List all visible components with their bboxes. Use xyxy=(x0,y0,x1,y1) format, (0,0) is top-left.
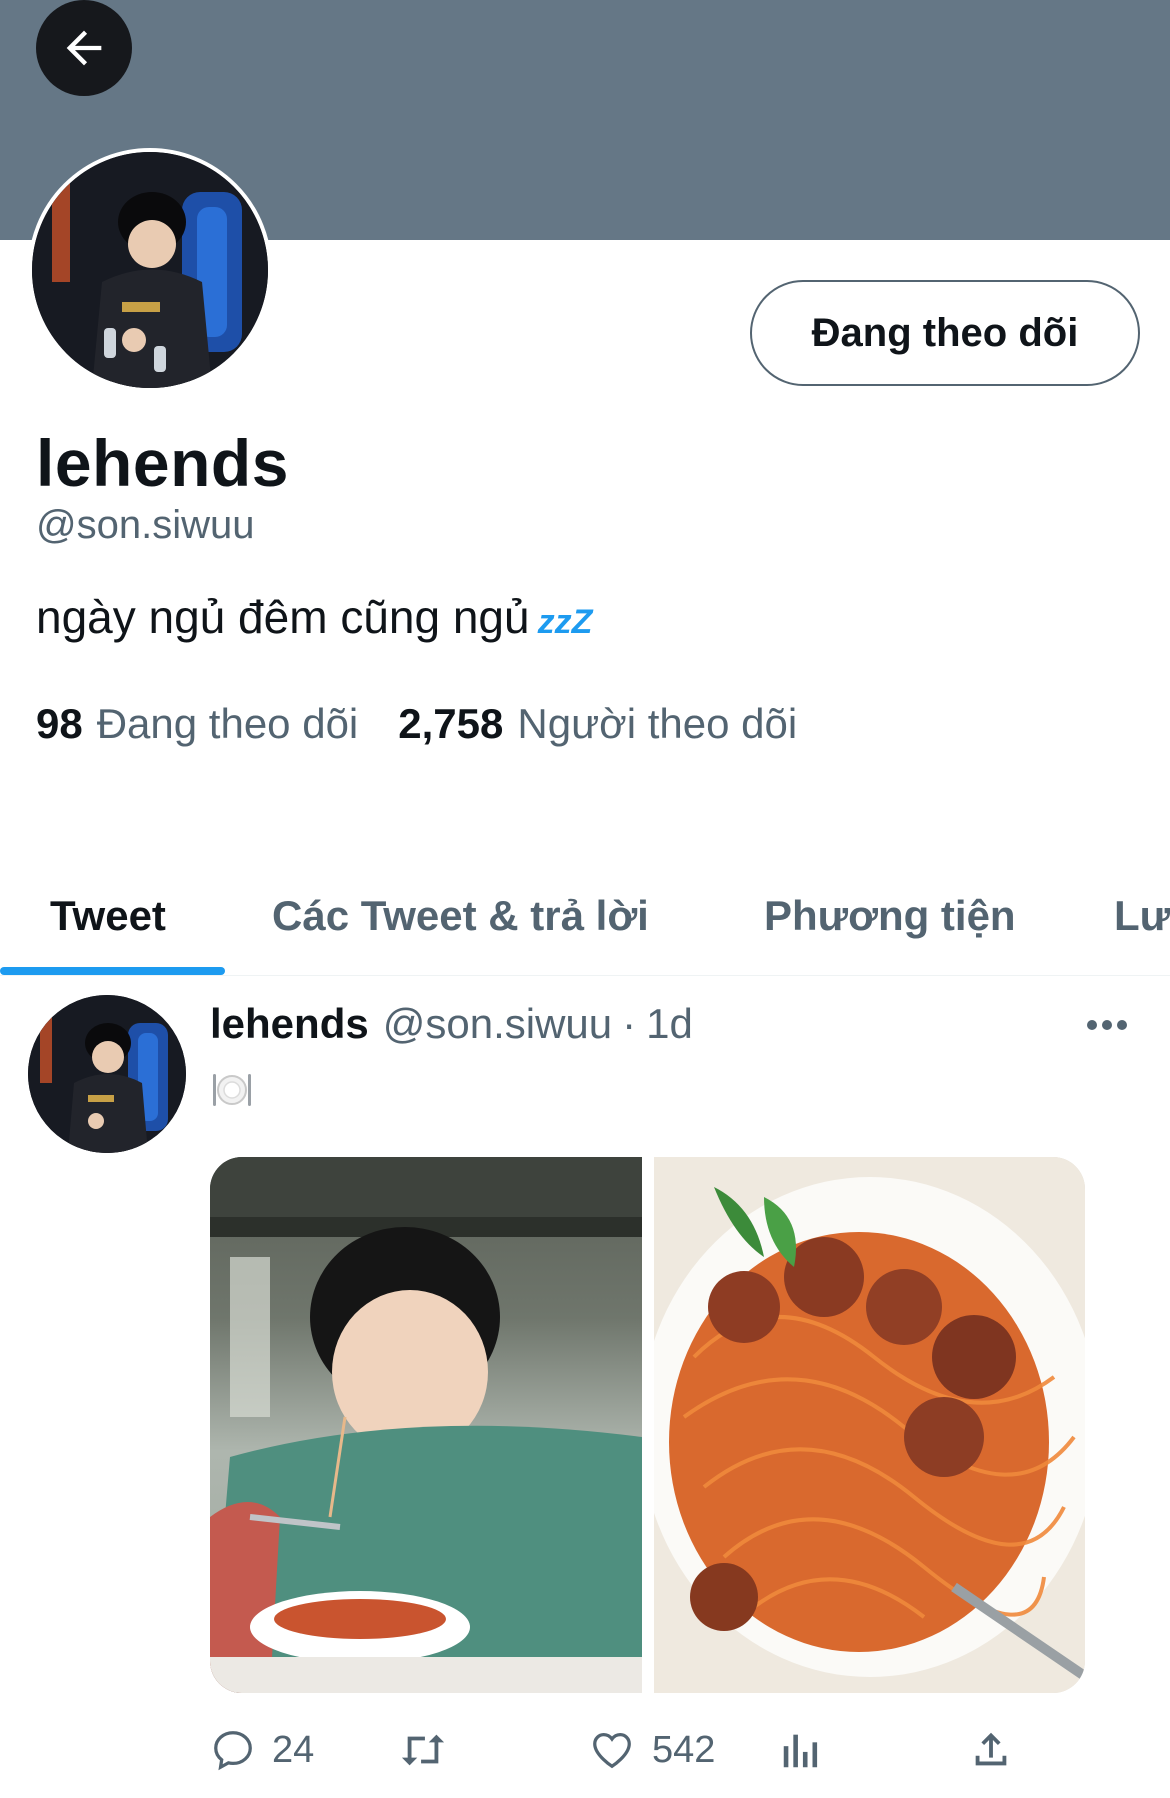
reply-icon xyxy=(214,1731,252,1771)
more-options-button[interactable] xyxy=(1082,1000,1132,1050)
back-button[interactable] xyxy=(36,0,132,96)
tweet-separator: · xyxy=(622,1000,637,1047)
plate-cutlery-icon xyxy=(213,1074,251,1106)
following-count[interactable]: 98 xyxy=(36,700,83,748)
share-icon xyxy=(975,1732,1007,1766)
tweet-author-handle[interactable]: @son.siwuu xyxy=(383,1000,612,1048)
bar-chart-icon xyxy=(783,1734,818,1768)
avatar-illustration xyxy=(28,995,186,1153)
like-count: 542 xyxy=(652,1728,716,1771)
profile-handle: @son.siwuu xyxy=(36,503,255,547)
like-button[interactable]: 542 xyxy=(588,1720,715,1780)
tabs-divider xyxy=(0,975,1170,976)
tab-tweets[interactable]: Tweet xyxy=(50,855,166,977)
following-label[interactable]: Đang theo dõi xyxy=(97,700,359,748)
analytics-button[interactable] xyxy=(778,1720,824,1780)
tweet-header: lehends @son.siwuu · 1d xyxy=(210,1000,693,1048)
photo-person-eating-illustration xyxy=(210,1157,642,1693)
share-button[interactable] xyxy=(968,1720,1014,1780)
profile-tabs: Tweet Các Tweet & trả lời Phương tiện Lư xyxy=(0,855,1170,977)
arrow-left-icon xyxy=(66,30,102,66)
tweet-avatar[interactable] xyxy=(28,995,186,1153)
tweet-author-name[interactable]: lehends xyxy=(210,1000,369,1048)
media-photo-1[interactable] xyxy=(210,1157,642,1693)
bio-text: ngày ngủ đêm cũng ngủ xyxy=(36,591,530,643)
tab-likes[interactable]: Lư xyxy=(1114,855,1170,977)
followers-count[interactable]: 2,758 xyxy=(398,700,503,748)
tweet-actions: 24 542 xyxy=(210,1720,1040,1780)
media-photo-2[interactable] xyxy=(653,1157,1085,1693)
followers-label[interactable]: Người theo dõi xyxy=(517,700,797,748)
reply-count: 24 xyxy=(272,1728,315,1771)
heart-icon xyxy=(593,1733,631,1769)
profile-stats: 98 Đang theo dõi 2,758 Người theo dõi xyxy=(36,700,823,748)
retweet-icon xyxy=(401,1734,445,1766)
tab-tweets-replies[interactable]: Các Tweet & trả lời xyxy=(272,855,649,977)
tweet-media-grid xyxy=(210,1157,1085,1693)
photo-spaghetti-meatballs-illustration xyxy=(653,1157,1085,1693)
avatar-illustration xyxy=(32,152,268,388)
profile-bio: ngày ngủ đêm cũng ngủ zzZ xyxy=(36,590,592,644)
zzz-emoji-icon: zzZ xyxy=(537,603,593,641)
retweet-button[interactable] xyxy=(398,1720,464,1780)
profile-display-name: lehends xyxy=(36,426,289,500)
profile-avatar[interactable] xyxy=(28,148,272,392)
tweet-text xyxy=(210,1068,254,1112)
reply-button[interactable]: 24 xyxy=(210,1720,314,1780)
following-button[interactable]: Đang theo dõi xyxy=(750,280,1140,386)
active-tab-indicator xyxy=(0,967,225,975)
tab-media[interactable]: Phương tiện xyxy=(764,855,1016,977)
ellipsis-icon xyxy=(1087,1020,1127,1030)
tweet-timestamp[interactable]: 1d xyxy=(646,1000,693,1048)
